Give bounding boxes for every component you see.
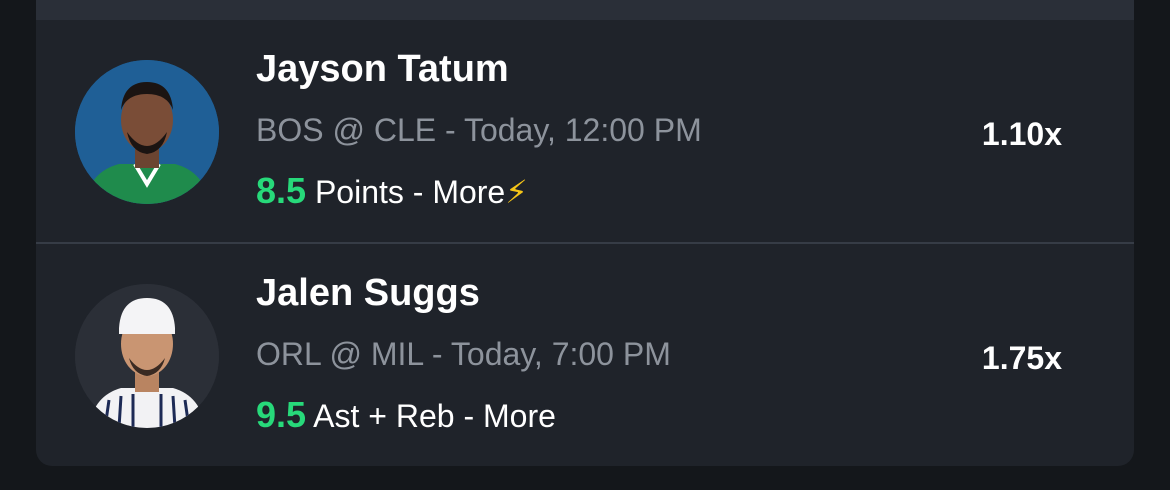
prop-line: 9.5 Ast + Reb - More: [256, 394, 556, 436]
pick-row[interactable]: Jayson Tatum BOS @ CLE - Today, 12:00 PM…: [36, 20, 1134, 244]
payout-multiplier: 1.10x: [981, 116, 1062, 152]
game-info: ORL @ MIL - Today, 7:00 PM: [256, 336, 671, 372]
player-name: Jalen Suggs: [256, 272, 480, 314]
picks-card: Jayson Tatum BOS @ CLE - Today, 12:00 PM…: [36, 0, 1134, 466]
player-name: Jayson Tatum: [256, 48, 509, 90]
line-value: 8.5: [256, 170, 307, 211]
prop-description: Ast + Reb - More: [313, 398, 556, 434]
prop-line: 8.5 Points - More⚡: [256, 170, 528, 212]
prop-description: Points - More: [314, 174, 506, 210]
game-info: BOS @ CLE - Today, 12:00 PM: [256, 112, 702, 148]
card-header-strip: [36, 0, 1134, 20]
player-headshot-icon: [75, 284, 219, 428]
line-value: 9.5: [256, 394, 307, 435]
pick-row[interactable]: Jalen Suggs ORL @ MIL - Today, 7:00 PM 9…: [36, 244, 1134, 466]
payout-multiplier: 1.75x: [981, 340, 1062, 376]
lightning-bolt-icon: ⚡: [505, 174, 528, 210]
player-headshot-icon: [75, 60, 219, 204]
